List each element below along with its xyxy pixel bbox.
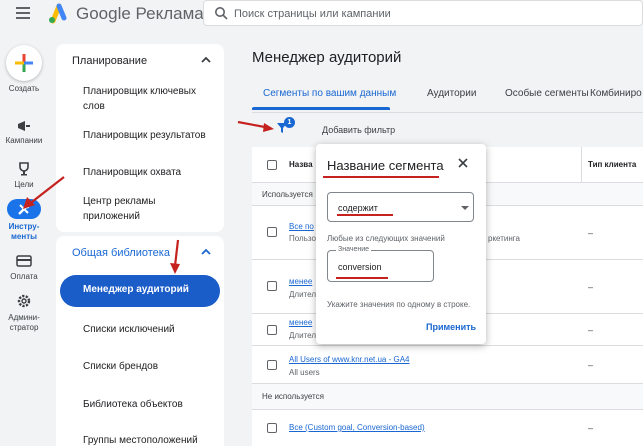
group-unused-label: Не используется [262, 392, 324, 401]
nav-audience-manager[interactable]: Менеджер аудиторий [60, 275, 220, 307]
plus-icon [15, 54, 33, 72]
annotation-underline [323, 176, 439, 178]
nav-keyword-planner[interactable]: Планировщик ключевых слов [83, 84, 215, 114]
column-header-client-type[interactable]: Тип клиента [588, 160, 636, 169]
tab-custom-segments[interactable]: Особые сегменты [505, 88, 589, 99]
client-type-value: – [588, 282, 594, 292]
annotation-arrow-icon [237, 120, 274, 132]
library-panel: Общая библиотека Менеджер аудиторий Спис… [56, 236, 224, 446]
client-type-value: – [588, 360, 594, 370]
tab-audiences[interactable]: Аудитории [427, 88, 476, 99]
segment-link[interactable]: менее [289, 277, 312, 286]
column-header-name[interactable]: Назва [289, 160, 313, 169]
nav-brand-lists[interactable]: Списки брендов [83, 359, 215, 374]
segment-subtitle: Длител [289, 290, 316, 299]
apply-button[interactable]: Применить [426, 322, 476, 332]
any-of-label: Любые из следующих значений [327, 234, 445, 243]
segment-link[interactable]: All Users of www.knr.net.ua - GA4 [289, 355, 410, 364]
segment-link[interactable]: Все (Custom goal, Conversion-based) [289, 423, 425, 432]
hint-text: Укажите значения по одному в строке. [327, 300, 471, 309]
nav-location-groups[interactable]: Группы местоположений [83, 433, 215, 446]
group-used-label: Используется [262, 190, 313, 199]
filter-count-badge: 1 [284, 117, 295, 128]
popup-title: Название сегмента [327, 158, 444, 173]
chevron-up-icon[interactable] [200, 247, 212, 257]
chevron-up-icon[interactable] [200, 55, 212, 65]
page-title: Менеджер аудиторий [252, 49, 402, 66]
planning-title[interactable]: Планирование [72, 55, 147, 67]
select-all-checkbox[interactable] [267, 160, 277, 170]
menu-icon[interactable] [16, 7, 30, 19]
annotation-underline [337, 214, 393, 216]
google-ads-logo-icon [49, 3, 67, 24]
nav-asset-library[interactable]: Библиотека объектов [83, 397, 215, 412]
segment-subtitle: Пользо [289, 234, 316, 243]
divider [252, 112, 643, 113]
gear-icon[interactable] [16, 293, 32, 309]
row-checkbox[interactable] [267, 423, 277, 433]
credit-card-icon[interactable] [16, 253, 32, 269]
brand-name: Google Реклама [76, 4, 204, 23]
operator-value: содержит [338, 203, 378, 213]
rail-tools-label[interactable]: Инстру- менты [0, 222, 48, 242]
table-row: All Users of www.knr.net.ua - GA4 All us… [252, 346, 643, 384]
operator-select[interactable]: содержит [327, 192, 474, 222]
segment-link[interactable]: менее [289, 318, 312, 327]
segment-name-filter-popup: Название сегмента содержит Любые из след… [316, 144, 486, 344]
search-input[interactable] [234, 6, 614, 22]
value-input[interactable]: conversion [338, 262, 382, 272]
segment-subtitle: All users [289, 368, 320, 377]
dropdown-arrow-icon [461, 206, 469, 210]
segment-subtitle: Длител [289, 331, 316, 340]
close-icon[interactable] [457, 157, 469, 169]
left-rail: Создать Кампании Цели Инстру- менты Опла… [0, 28, 48, 446]
row-checkbox[interactable] [267, 325, 277, 335]
nav-exclusion-lists[interactable]: Списки исключений [83, 322, 215, 337]
search-icon [215, 7, 228, 20]
planning-panel: Планирование Планировщик ключевых слов П… [56, 44, 224, 232]
rail-create-label: Создать [8, 84, 40, 93]
nav-reach-planner[interactable]: Планировщик охвата [83, 165, 215, 180]
row-checkbox[interactable] [267, 360, 277, 370]
campaigns-icon[interactable] [16, 118, 32, 134]
value-legend: Значение [336, 246, 372, 253]
annotation-arrow-icon [23, 176, 65, 209]
row-checkbox[interactable] [267, 227, 277, 237]
nav-performance-planner[interactable]: Планировщик результатов [83, 128, 215, 143]
top-bar: Google Реклама [0, 0, 643, 28]
annotation-arrow-icon [170, 239, 180, 274]
tab-active-indicator [252, 107, 390, 110]
library-title[interactable]: Общая библиотека [72, 247, 170, 259]
client-type-value: – [588, 325, 594, 335]
nav-app-ads-hub[interactable]: Центр рекламы приложений [83, 194, 215, 224]
add-filter-button[interactable]: Добавить фильтр [322, 125, 395, 135]
search-box[interactable] [203, 0, 643, 26]
nav-audience-manager-label: Менеджер аудиторий [83, 284, 189, 295]
column-divider [581, 147, 582, 183]
tab-combined[interactable]: Комбиниро [590, 88, 642, 99]
rail-admin-label[interactable]: Админи- стратор [0, 313, 48, 333]
rail-billing-label[interactable]: Оплата [0, 272, 48, 282]
create-button[interactable] [6, 45, 42, 81]
row-checkbox[interactable] [267, 281, 277, 291]
group-unused: Не используется [252, 384, 643, 410]
segment-link[interactable]: Все по [289, 222, 314, 231]
client-type-value: – [588, 228, 594, 238]
client-type-value: – [588, 423, 594, 433]
tab-your-data-segments[interactable]: Сегменты по вашим данным [263, 88, 396, 99]
rail-campaigns-label[interactable]: Кампании [0, 136, 48, 146]
table-row: Все (Custom goal, Conversion-based) – [252, 410, 643, 446]
annotation-underline [336, 277, 388, 279]
segment-extra: ркетинга [488, 234, 520, 243]
